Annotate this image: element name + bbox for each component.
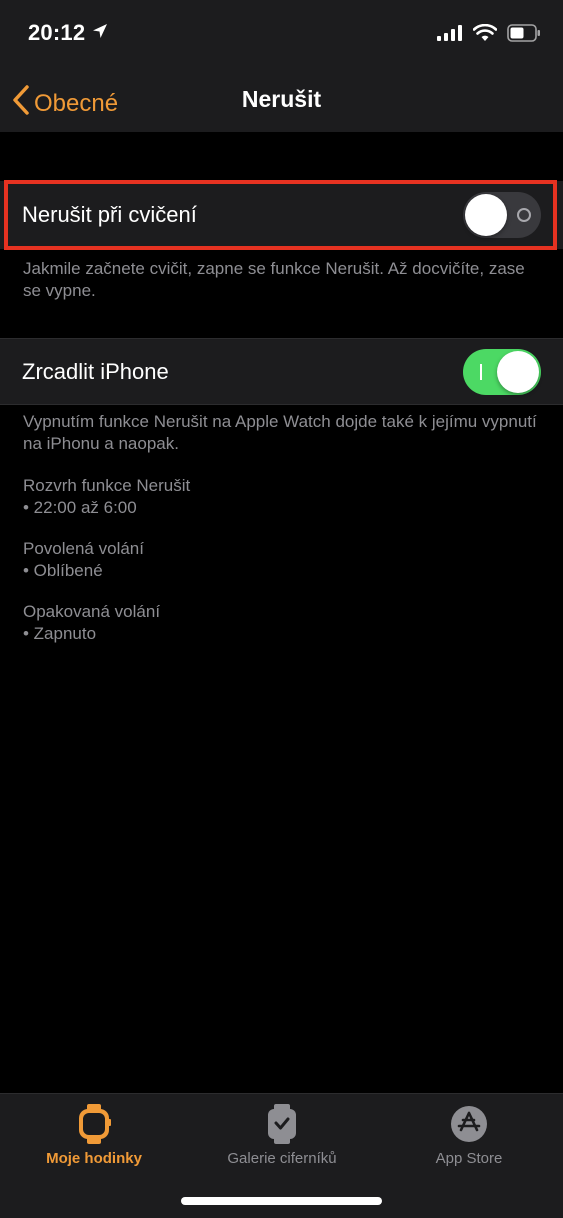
- signal-icon: [437, 25, 463, 46]
- toggle-on-glyph-icon: [480, 363, 482, 380]
- home-indicator[interactable]: [181, 1197, 382, 1205]
- location-arrow-icon: [91, 20, 109, 46]
- schedule-info: Rozvrh funkce Nerušit • 22:00 až 6:00: [23, 475, 543, 519]
- allowed-calls-value: • Oblíbené: [23, 561, 103, 580]
- repeated-calls-title: Opakovaná volání: [23, 602, 161, 621]
- highlight-frame: [4, 180, 557, 250]
- mirror-iphone-footnote: Vypnutím funkce Nerušit na Apple Watch d…: [23, 412, 537, 453]
- page-title: Nerušit: [241, 86, 322, 112]
- status-icons: [437, 23, 541, 47]
- toggle-knob: [497, 350, 539, 393]
- mirror-iphone-row[interactable]: Zrcadlit iPhone: [0, 338, 563, 405]
- tab-my-watch-label: Moje hodinky: [46, 1150, 142, 1167]
- status-time-group: 20:12: [28, 20, 109, 46]
- schedule-value: • 22:00 až 6:00: [23, 498, 137, 517]
- allowed-calls-info: Povolená volání • Oblíbené: [23, 538, 543, 582]
- repeated-calls-value: • Zapnuto: [23, 624, 97, 643]
- mirror-iphone-label: Zrcadlit iPhone: [22, 358, 169, 384]
- tab-app-store-label: App Store: [435, 1150, 503, 1167]
- app-store-icon: [450, 1102, 488, 1146]
- schedule-title: Rozvrh funkce Nerušit: [23, 476, 191, 495]
- status-bar: 20:12: [0, 0, 563, 70]
- tab-my-watch[interactable]: Moje hodinky: [0, 1102, 188, 1167]
- navigation-bar: Obecné Nerušit: [0, 70, 563, 132]
- battery-icon: [507, 24, 541, 47]
- tab-app-store[interactable]: App Store: [375, 1102, 563, 1167]
- tab-face-gallery-label: Galerie ciferníků: [227, 1150, 337, 1167]
- allowed-calls-title: Povolená volání: [23, 539, 144, 558]
- workout-dnd-footnote: Jakmile začnete cvičit, zapne se funkce …: [23, 259, 525, 300]
- mirror-iphone-toggle[interactable]: [463, 348, 541, 395]
- wifi-icon: [472, 23, 498, 47]
- tab-face-gallery[interactable]: Galerie ciferníků: [188, 1102, 376, 1167]
- watch-face-icon: [266, 1102, 298, 1146]
- watch-icon: [76, 1102, 112, 1146]
- screen: 20:12 Obecné Nerušit Nerušit při cvičení…: [0, 0, 563, 1218]
- status-time: 20:12: [28, 20, 86, 45]
- repeated-calls-info: Opakovaná volání • Zapnuto: [23, 601, 543, 645]
